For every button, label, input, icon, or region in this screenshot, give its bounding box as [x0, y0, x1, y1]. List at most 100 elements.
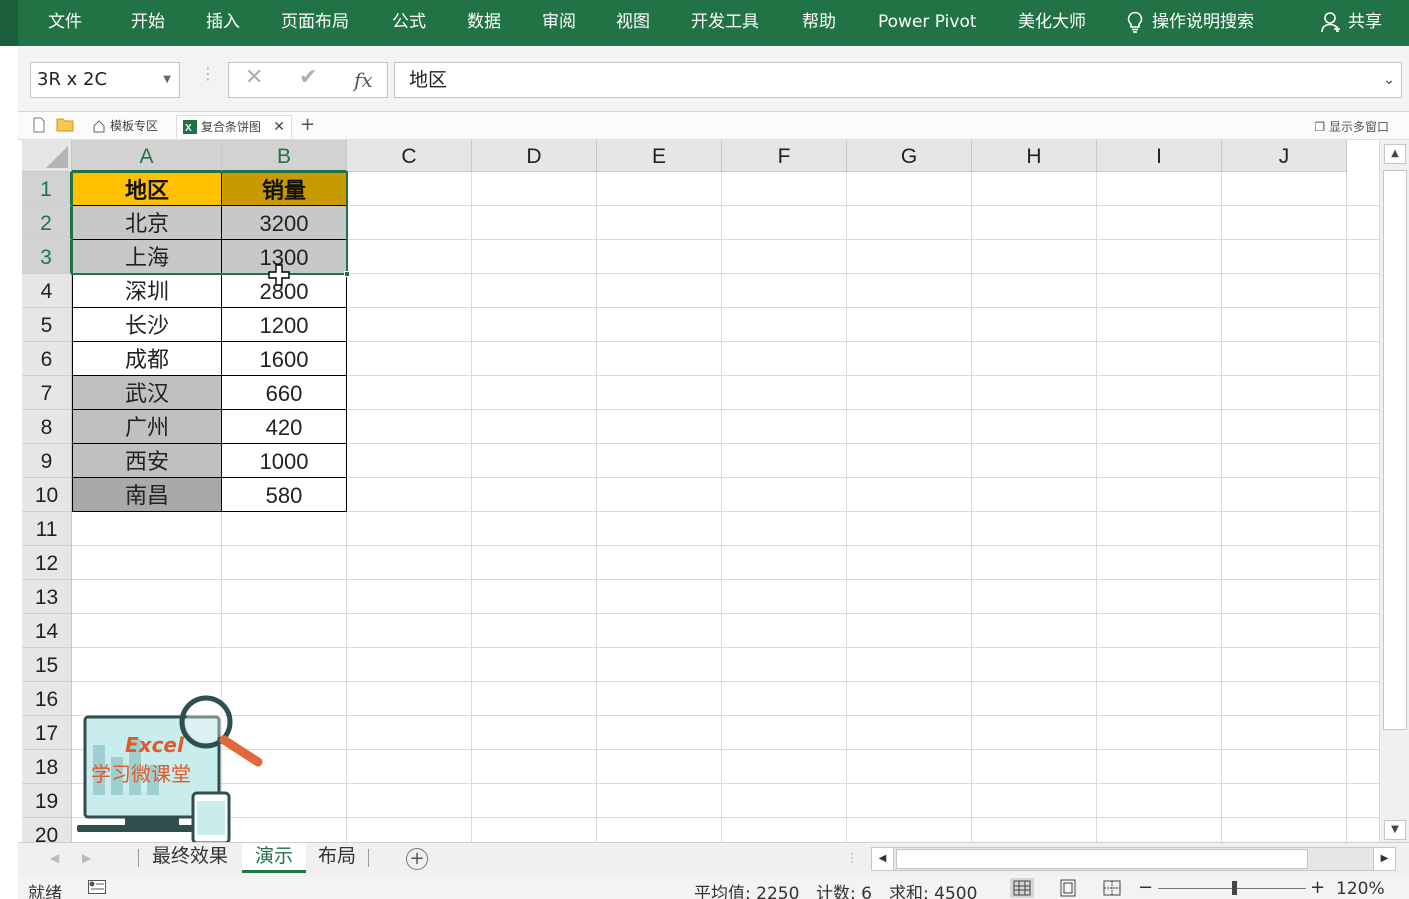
doc-tab-templates[interactable]: 模板专区 [86, 115, 166, 139]
open-folder-icon[interactable] [56, 117, 74, 132]
add-sheet-plus-icon[interactable]: + [406, 848, 428, 870]
grip-icon[interactable]: ⋮ [200, 66, 216, 82]
tab-home[interactable]: 开始 [131, 10, 165, 34]
tell-me-search[interactable]: 操作说明搜索 [1126, 10, 1254, 34]
tab-insert[interactable]: 插入 [206, 10, 240, 34]
table-cell-sales[interactable]: 660 [222, 376, 347, 410]
insert-function-button[interactable]: fx [354, 68, 373, 92]
row-header-7[interactable]: 7 [22, 376, 72, 410]
column-header-d[interactable]: D [472, 140, 597, 172]
row-header-17[interactable]: 17 [22, 716, 72, 750]
column-header-g[interactable]: G [847, 140, 972, 172]
next-sheet-arrow-icon[interactable]: ▶ [82, 851, 91, 865]
zoom-level[interactable]: 120% [1336, 879, 1385, 899]
share-button[interactable]: 共享 [1320, 10, 1382, 34]
row-header-20[interactable]: 20 [22, 818, 72, 842]
row-header-15[interactable]: 15 [22, 648, 72, 682]
scroll-left-arrow-icon[interactable]: ◀ [872, 848, 894, 870]
row-header-10[interactable]: 10 [22, 478, 72, 512]
table-cell-sales[interactable]: 1200 [222, 308, 347, 342]
tab-help[interactable]: 帮助 [802, 10, 836, 34]
page-layout-view-icon[interactable] [1056, 878, 1080, 898]
cancel-icon[interactable]: ✕ [245, 65, 263, 90]
tab-file[interactable]: 文件 [48, 10, 82, 34]
sheet-tab-layout[interactable]: 布局 [308, 843, 366, 873]
row-header-4[interactable]: 4 [22, 274, 72, 308]
vertical-scroll-thumb[interactable] [1383, 170, 1407, 730]
tab-beautify-master[interactable]: 美化大师 [1018, 10, 1086, 34]
table-cell-region[interactable]: 长沙 [72, 308, 222, 342]
column-header-f[interactable]: F [722, 140, 847, 172]
row-header-18[interactable]: 18 [22, 750, 72, 784]
macro-record-icon[interactable] [88, 880, 106, 894]
column-header-c[interactable]: C [347, 140, 472, 172]
enter-check-icon[interactable]: ✔ [299, 65, 317, 90]
table-cell-region[interactable]: 西安 [72, 444, 222, 478]
expand-chevron-icon[interactable]: ⌄ [1383, 63, 1395, 97]
tab-page-layout[interactable]: 页面布局 [281, 10, 349, 34]
horizontal-scroll-thumb[interactable] [896, 849, 1308, 869]
scroll-down-arrow-icon[interactable]: ▼ [1384, 820, 1406, 840]
tab-formulas[interactable]: 公式 [392, 10, 426, 34]
row-header-13[interactable]: 13 [22, 580, 72, 614]
select-all-corner[interactable] [22, 140, 72, 172]
row-header-16[interactable]: 16 [22, 682, 72, 716]
row-header-5[interactable]: 5 [22, 308, 72, 342]
tab-view[interactable]: 视图 [616, 10, 650, 34]
horizontal-scrollbar[interactable]: ◀ ▶ [871, 847, 1396, 871]
column-header-e[interactable]: E [597, 140, 722, 172]
table-cell-region[interactable]: 深圳 [72, 274, 222, 308]
sheet-tab-final[interactable]: 最终效果 [142, 843, 238, 873]
column-header-b[interactable]: B [222, 140, 347, 172]
scroll-right-arrow-icon[interactable]: ▶ [1373, 848, 1395, 870]
table-cell-sales[interactable]: 420 [222, 410, 347, 444]
vertical-scrollbar[interactable]: ▲ ▼ [1379, 140, 1409, 842]
table-cell-region[interactable]: 广州 [72, 410, 222, 444]
split-handle-icon[interactable]: ⋮ [846, 851, 858, 865]
page-break-view-icon[interactable] [1100, 878, 1124, 898]
show-multi-window-button[interactable]: ❐ 显示多窗口 [1314, 118, 1389, 135]
row-header-1[interactable]: 1 [22, 172, 72, 206]
scroll-up-arrow-icon[interactable]: ▲ [1384, 144, 1406, 164]
table-cell-sales[interactable]: 580 [222, 478, 347, 512]
row-header-9[interactable]: 9 [22, 444, 72, 478]
name-box[interactable]: 3R x 2C ▼ [30, 62, 180, 98]
row-header-3[interactable]: 3 [22, 240, 72, 274]
tab-review[interactable]: 审阅 [542, 10, 576, 34]
chevron-down-icon[interactable]: ▼ [163, 63, 171, 97]
table-header-sales[interactable]: 销量 [222, 172, 347, 206]
zoom-out-button[interactable]: − [1138, 877, 1153, 898]
normal-view-icon[interactable] [1010, 878, 1034, 898]
table-cell-region[interactable]: 北京 [72, 206, 222, 240]
table-cell-sales[interactable]: 3200 [222, 206, 347, 240]
table-cell-region[interactable]: 武汉 [72, 376, 222, 410]
row-header-11[interactable]: 11 [22, 512, 72, 546]
tab-data[interactable]: 数据 [467, 10, 501, 34]
zoom-slider-thumb[interactable] [1232, 881, 1237, 895]
sheet-tab-demo[interactable]: 演示 [242, 843, 306, 873]
column-header-h[interactable]: H [972, 140, 1097, 172]
column-header-a[interactable]: A [72, 140, 222, 172]
column-header-j[interactable]: J [1222, 140, 1347, 172]
tab-power-pivot[interactable]: Power Pivot [878, 10, 977, 34]
formula-input[interactable]: 地区 ⌄ [394, 62, 1402, 98]
row-header-19[interactable]: 19 [22, 784, 72, 818]
prev-sheet-arrow-icon[interactable]: ◀ [50, 851, 59, 865]
tab-developer[interactable]: 开发工具 [691, 10, 759, 34]
row-header-14[interactable]: 14 [22, 614, 72, 648]
new-file-icon[interactable] [32, 117, 46, 133]
add-tab-icon[interactable]: + [300, 114, 315, 135]
table-cell-sales[interactable]: 1000 [222, 444, 347, 478]
table-cell-region[interactable]: 南昌 [72, 478, 222, 512]
column-header-i[interactable]: I [1097, 140, 1222, 172]
table-cell-region[interactable]: 成都 [72, 342, 222, 376]
doc-tab-active[interactable]: X 复合条饼图 ✕ [176, 115, 292, 139]
table-cell-sales[interactable]: 1600 [222, 342, 347, 376]
row-header-2[interactable]: 2 [22, 206, 72, 240]
close-icon[interactable]: ✕ [273, 116, 285, 138]
table-cell-region[interactable]: 上海 [72, 240, 222, 274]
table-header-region[interactable]: 地区 [72, 172, 222, 206]
row-header-12[interactable]: 12 [22, 546, 72, 580]
row-header-6[interactable]: 6 [22, 342, 72, 376]
row-header-8[interactable]: 8 [22, 410, 72, 444]
